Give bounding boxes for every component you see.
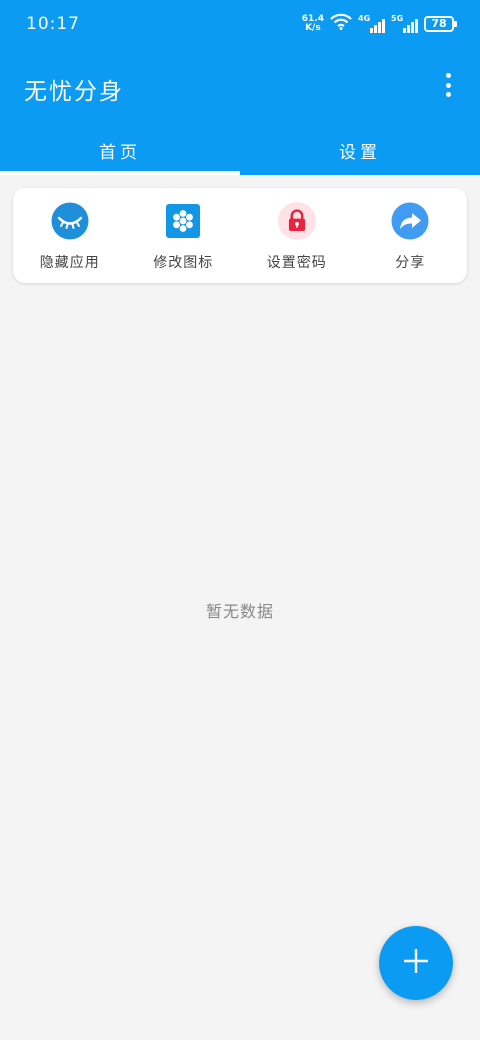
battery-icon: 78 (424, 15, 457, 32)
battery-level: 78 (431, 16, 447, 30)
network-speed: 61.4 K/s (302, 14, 324, 33)
action-hide-app[interactable]: 隐藏应用 (13, 188, 127, 283)
add-fab-button[interactable] (379, 926, 453, 1000)
tab-bar: 首页 设置 (0, 125, 480, 175)
action-hide-app-label: 隐藏应用 (39, 255, 100, 271)
more-dot-icon (445, 82, 451, 88)
tab-home[interactable]: 首页 (0, 125, 240, 175)
status-bar: 10:17 61.4 K/s 4G 5G 78 (0, 0, 480, 48)
wifi-icon (330, 13, 352, 34)
eye-closed-icon (51, 202, 89, 240)
more-dot-icon (445, 92, 451, 97)
lock-icon (277, 202, 316, 240)
more-options-button[interactable] (436, 70, 460, 100)
action-share-label: 分享 (395, 255, 426, 271)
empty-state-text: 暂无数据 (205, 602, 274, 621)
action-set-password[interactable]: 设置密码 (240, 188, 354, 283)
action-share[interactable]: 分享 (354, 188, 468, 283)
more-dot-icon (445, 73, 451, 78)
grid-icon (164, 202, 202, 240)
app-bar: 10:17 61.4 K/s 4G 5G 78 无忧分身 首页 设置 (0, 0, 480, 175)
signal-5g-icon: 5G (391, 13, 418, 33)
action-set-password-label: 设置密码 (266, 255, 327, 271)
status-icons: 61.4 K/s 4G 5G 78 (302, 13, 457, 34)
tab-settings[interactable]: 设置 (240, 125, 480, 175)
quick-actions-card: 隐藏应用 修改图标 设置密码 分享 (13, 188, 467, 283)
plus-icon (403, 948, 429, 978)
network-speed-unit: K/s (305, 22, 321, 33)
app-title: 无忧分身 (24, 79, 124, 105)
share-icon (391, 202, 429, 240)
signal-4g-icon: 4G (358, 13, 385, 33)
action-change-icon-label: 修改图标 (153, 255, 214, 271)
status-time: 10:17 (26, 14, 80, 34)
signal-4g-label: 4G (358, 13, 371, 23)
action-change-icon[interactable]: 修改图标 (127, 188, 241, 283)
signal-5g-label: 5G (391, 13, 404, 23)
